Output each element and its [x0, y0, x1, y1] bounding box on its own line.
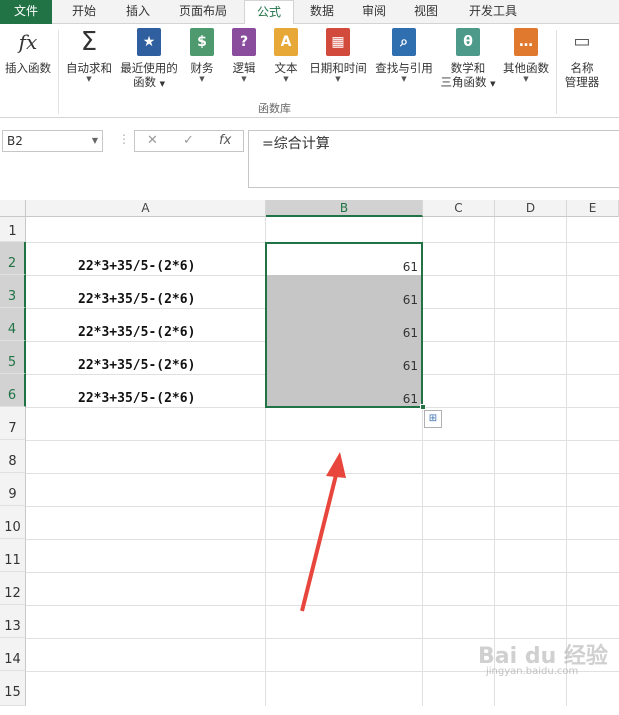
tab-data[interactable]: 数据	[302, 0, 342, 24]
chevron-down-icon: ▼	[523, 75, 529, 83]
chevron-down-icon: ▼	[241, 75, 247, 83]
name-manager-button[interactable]: ▭ 名称 管理器	[562, 28, 602, 89]
red-arrow-annotation	[300, 452, 346, 612]
tab-formulas[interactable]: 公式	[244, 0, 294, 25]
row-header-1[interactable]: 1	[0, 217, 26, 242]
text-functions-button[interactable]: A 文本 ▼	[270, 28, 302, 83]
row-header-7[interactable]: 7	[0, 407, 26, 440]
sigma-icon: Σ	[80, 27, 98, 57]
tab-view[interactable]: 视图	[406, 0, 446, 24]
star-book-icon: ★	[137, 28, 161, 56]
row-header-3[interactable]: 3	[0, 275, 26, 308]
formula-buttons: ✕ ✓ fx	[134, 130, 244, 152]
logical-button[interactable]: ? 逻辑 ▼	[228, 28, 260, 83]
row-header-13[interactable]: 13	[0, 605, 26, 638]
row-header-14[interactable]: 14	[0, 638, 26, 671]
tab-review[interactable]: 审阅	[354, 0, 394, 24]
tab-insert[interactable]: 插入	[114, 0, 162, 24]
calendar-book-icon: ▦	[326, 28, 350, 56]
cell-a4[interactable]: 22*3+35/5-(2*6)	[78, 325, 195, 340]
row-header-12[interactable]: 12	[0, 572, 26, 605]
row-header-10[interactable]: 10	[0, 506, 26, 539]
theta-book-icon: θ	[456, 28, 480, 56]
fx-icon[interactable]: fx	[219, 131, 231, 151]
recent-functions-button[interactable]: ★ 最近使用的 函数 ▼	[118, 28, 180, 91]
coins-book-icon: $	[190, 28, 214, 56]
chevron-down-icon: ▼	[199, 75, 205, 83]
more-functions-button[interactable]: … 其他函数 ▼	[500, 28, 552, 83]
selection-border	[265, 242, 423, 408]
column-header-c[interactable]: C	[423, 200, 495, 217]
function-library-group-label: 函数库	[258, 102, 291, 115]
column-header-b[interactable]: B	[266, 200, 423, 217]
chevron-down-icon: ▼	[86, 75, 92, 83]
cell-a2[interactable]: 22*3+35/5-(2*6)	[78, 259, 195, 274]
column-header-a[interactable]: A	[26, 200, 266, 217]
chevron-down-icon: ▼	[401, 75, 407, 83]
math-trig-button[interactable]: θ 数学和 三角函数 ▼	[438, 28, 498, 91]
ribbon-separator	[58, 30, 59, 114]
autosum-button[interactable]: Σ 自动求和 ▼	[64, 28, 114, 83]
tab-developer[interactable]: 开发工具	[460, 0, 526, 24]
gridline	[566, 217, 567, 706]
chevron-down-icon: ▼	[159, 80, 166, 88]
tab-file[interactable]: 文件	[0, 0, 52, 24]
formula-input[interactable]: =综合计算	[248, 130, 619, 188]
text-book-icon: A	[274, 28, 298, 56]
column-header-e[interactable]: E	[567, 200, 619, 217]
enter-icon[interactable]: ✓	[183, 131, 194, 151]
row-header-6[interactable]: 6	[0, 374, 26, 407]
name-box[interactable]: B2 ▼	[2, 130, 103, 152]
quick-analysis-icon[interactable]: ⊞	[424, 410, 442, 428]
row-header-4[interactable]: 4	[0, 308, 26, 341]
row-header-15[interactable]: 15	[0, 671, 26, 706]
chevron-down-icon: ▼	[335, 75, 341, 83]
financial-button[interactable]: $ 财务 ▼	[186, 28, 218, 83]
ribbon-formulas: fx 插入函数 Σ 自动求和 ▼ ★ 最近使用的 函数 ▼ $ 财务 ▼ ? 逻…	[0, 24, 619, 118]
chevron-down-icon: ▼	[283, 75, 289, 83]
cell-a5[interactable]: 22*3+35/5-(2*6)	[78, 358, 195, 373]
drag-handle-icon[interactable]: ⋮	[118, 132, 130, 146]
select-all-corner[interactable]	[0, 200, 26, 217]
lookup-reference-button[interactable]: ⌕ 查找与引用 ▼	[372, 28, 436, 83]
gridline	[26, 440, 619, 441]
arrow-head	[326, 452, 346, 478]
ribbon-separator	[556, 30, 557, 114]
arrow-shaft	[300, 470, 339, 612]
chevron-down-icon[interactable]: ▼	[92, 131, 98, 151]
row-header-8[interactable]: 8	[0, 440, 26, 473]
chevron-down-icon: ▼	[490, 80, 496, 88]
cell-a6[interactable]: 22*3+35/5-(2*6)	[78, 391, 195, 406]
formula-bar-area: B2 ▼ ⋮ ✕ ✓ fx =综合计算	[0, 118, 619, 196]
tab-page-layout[interactable]: 页面布局	[170, 0, 236, 24]
cell-a3[interactable]: 22*3+35/5-(2*6)	[78, 292, 195, 307]
row-header-2[interactable]: 2	[0, 242, 26, 275]
gridline	[494, 217, 495, 706]
question-book-icon: ?	[232, 28, 256, 56]
magnifier-book-icon: ⌕	[392, 28, 416, 56]
insert-function-button[interactable]: fx 插入函数	[2, 28, 54, 75]
worksheet-grid[interactable]: A B C D E 1 2 3 4 5 6 7 8 9 10 11 12 13 …	[0, 196, 619, 706]
tab-home[interactable]: 开始	[60, 0, 108, 24]
date-time-button[interactable]: ▦ 日期和时间 ▼	[306, 28, 370, 83]
name-tags-icon: ▭	[573, 31, 591, 52]
more-book-icon: …	[514, 28, 538, 56]
fx-icon: fx	[18, 30, 38, 54]
ribbon-tab-bar: 文件 开始 插入 页面布局 公式 数据 审阅 视图 开发工具	[0, 0, 619, 25]
row-header-5[interactable]: 5	[0, 341, 26, 374]
row-header-11[interactable]: 11	[0, 539, 26, 572]
column-header-d[interactable]: D	[495, 200, 567, 217]
row-header-9[interactable]: 9	[0, 473, 26, 506]
baidu-watermark-url: jingyan.baidu.com	[486, 666, 579, 677]
cancel-icon[interactable]: ✕	[147, 131, 158, 151]
